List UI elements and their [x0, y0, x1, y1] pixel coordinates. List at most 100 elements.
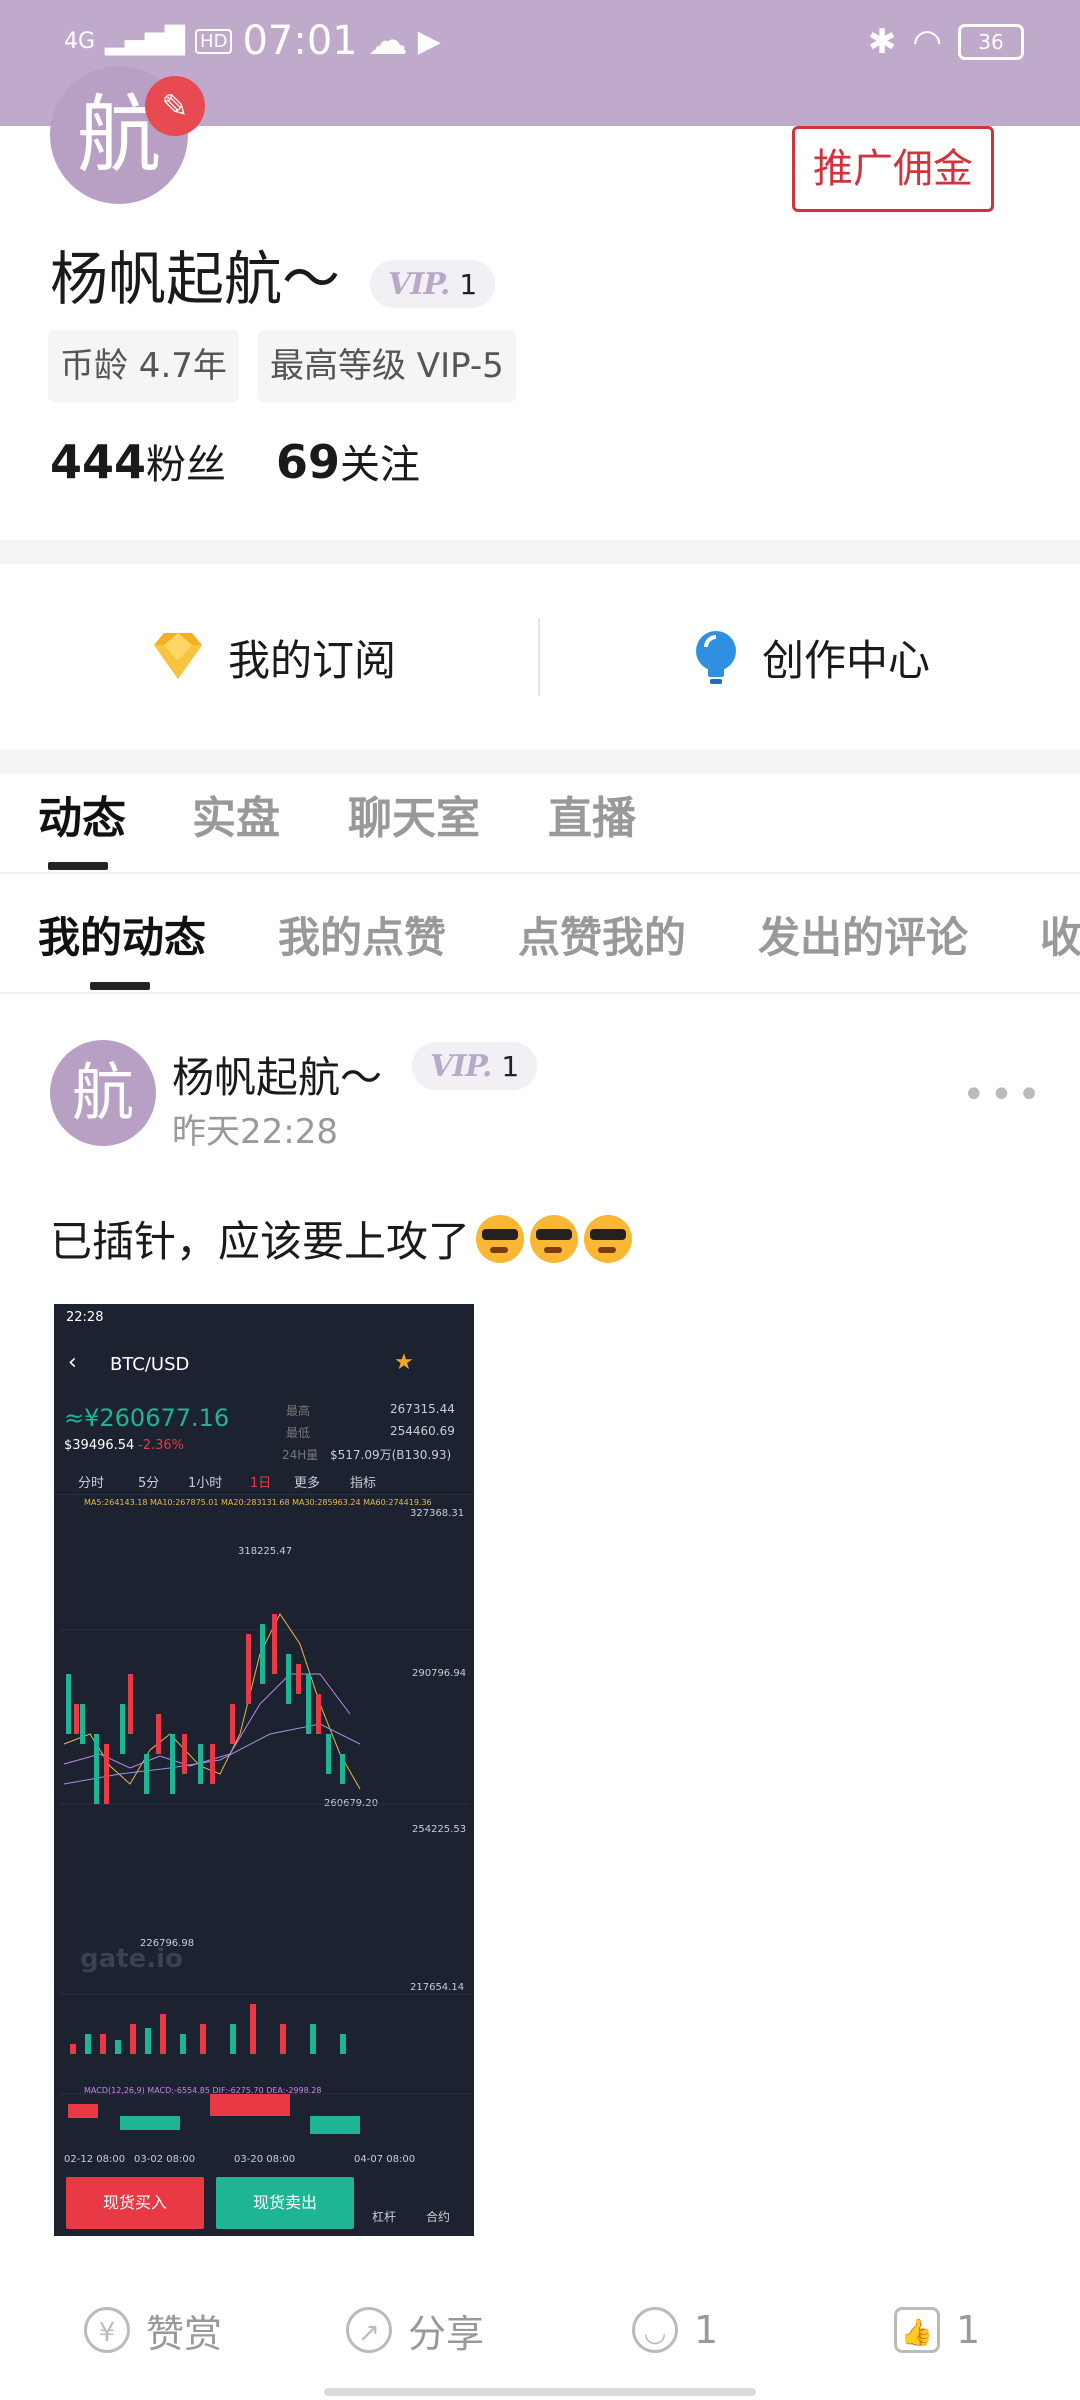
signal-indicator: 4G	[64, 28, 96, 54]
hd-badge: HD	[195, 28, 233, 54]
shot-high: 267315.44	[390, 1402, 455, 1416]
post-vip-badge: VIP. 1	[412, 1042, 538, 1090]
vip-level: 1	[459, 267, 478, 301]
post-time: 昨天22:28	[172, 1112, 338, 1152]
followers-count: 444	[50, 435, 147, 489]
shot-interval-4: 更多	[294, 1476, 321, 1491]
subtab-my-comments[interactable]: 发出的评论	[758, 904, 968, 965]
shot-date-0: 02-12 08:00	[64, 2154, 126, 2165]
like-count: 1	[956, 2308, 981, 2352]
tab-livestream[interactable]: 直播	[548, 782, 636, 846]
post-image[interactable]: 22:28 ‹ BTC/USD ★ ≈¥260677.16 $39496.54 …	[54, 1304, 474, 2236]
home-indicator[interactable]	[324, 2388, 756, 2396]
post-body: 已插针，应该要上攻了	[50, 1208, 633, 1269]
coin-age-tag: 币龄 4.7年	[48, 330, 239, 402]
shot-interval-1: 5分	[138, 1476, 160, 1491]
shot-interval-5: 指标	[350, 1476, 377, 1491]
max-level-tag: 最高等级 VIP-5	[258, 330, 516, 402]
following-stat[interactable]: 69关注	[276, 432, 420, 490]
main-tabs: 动态 实盘 聊天室 直播	[0, 752, 1080, 874]
share-label: 分享	[408, 2311, 485, 2356]
shot-back-icon: ‹	[68, 1350, 77, 1375]
shot-date-2: 03-20 08:00	[234, 2154, 296, 2165]
shot-interval-3: 1日	[250, 1476, 272, 1491]
post-author-avatar[interactable]: 航	[50, 1040, 156, 1146]
vip-logo: VIP.	[388, 266, 450, 302]
diamond-icon	[154, 633, 202, 679]
cool-emoji-icon	[530, 1214, 579, 1263]
post-vip-logo: VIP.	[430, 1048, 492, 1084]
shot-pair: BTC/USD	[110, 1354, 190, 1375]
vip-badge: VIP. 1	[370, 260, 496, 308]
following-count: 69	[276, 435, 341, 489]
shot-price-usd: $39496.54	[64, 1438, 135, 1453]
quick-links: 我的订阅 创作中心	[0, 564, 1080, 750]
shot-macd-line: MACD(12,26,9) MACD:-6554.85 DIF:-6275.70…	[84, 2086, 322, 2095]
sub-tab-indicator	[90, 982, 150, 990]
lightbulb-icon	[696, 631, 736, 684]
shot-date-3: 04-07 08:00	[354, 2154, 416, 2165]
shot-sell-button: 现货卖出	[216, 2177, 354, 2229]
comment-button[interactable]: ◡ 1	[632, 2290, 718, 2370]
shot-change: -2.36%	[138, 1438, 184, 1453]
subtab-liked-me[interactable]: 点赞我的	[518, 904, 686, 965]
section-divider	[0, 540, 1080, 564]
followers-label: 粉丝	[146, 442, 227, 488]
status-left: 4G ▂▄▆█ HD 07:01 ☁ ▶	[64, 18, 441, 64]
shot-divider	[54, 1494, 474, 1495]
followers-stat[interactable]: 444粉丝	[50, 432, 226, 490]
shot-leverage: 杠杆	[372, 2210, 397, 2224]
shot-buy-button: 现货买入	[66, 2177, 204, 2229]
shot-candle-chart	[60, 1613, 470, 2134]
promo-commission-button[interactable]: 推广佣金	[792, 126, 994, 212]
quick-divider	[538, 618, 540, 696]
post-action-bar: ¥ 赞赏 ↗ 分享 ◡ 1 👍 1	[0, 2290, 1080, 2370]
cool-emoji-icon	[476, 1214, 525, 1263]
shot-contract: 合约	[426, 2210, 451, 2224]
shot-vol: $517.09万(B130.93)	[330, 1448, 452, 1462]
shot-vol-label: 24H量	[282, 1448, 319, 1462]
subtab-collections[interactable]: 收	[1040, 904, 1080, 965]
wifi-icon: ◠	[912, 22, 942, 62]
tab-live-trading[interactable]: 实盘	[192, 782, 280, 846]
shot-low: 254460.69	[390, 1424, 455, 1438]
shot-low-label: 最低	[286, 1426, 311, 1440]
post-vip-level: 1	[501, 1049, 520, 1083]
subtab-my-posts[interactable]: 我的动态	[38, 904, 206, 965]
post-author-name[interactable]: 杨帆起航～	[172, 1044, 382, 1105]
bluetooth-icon: ✱	[867, 22, 897, 62]
comment-icon: ◡	[632, 2307, 678, 2353]
like-button[interactable]: 👍 1	[894, 2290, 980, 2370]
status-time: 07:01	[242, 18, 358, 64]
signal-bars-icon: ▂▄▆█	[105, 26, 186, 56]
shot-interval-2: 1小时	[188, 1476, 223, 1491]
following-label: 关注	[340, 442, 421, 488]
comment-count: 1	[694, 2308, 719, 2352]
yen-icon: ¥	[84, 2307, 130, 2353]
edit-pencil-icon[interactable]: ✎	[145, 76, 205, 136]
creator-center-link[interactable]: 创作中心	[692, 564, 930, 750]
battery-icon: 36	[958, 24, 1024, 60]
profile-name: 杨帆起航～	[50, 245, 341, 313]
creator-center-label: 创作中心	[762, 635, 931, 685]
media-icon: ▶	[417, 23, 441, 59]
share-button[interactable]: ↗ 分享	[346, 2290, 484, 2370]
shot-date-1: 03-02 08:00	[134, 2154, 196, 2165]
subtab-my-likes[interactable]: 我的点赞	[278, 904, 446, 965]
tab-dynamics[interactable]: 动态	[38, 782, 126, 846]
shot-price: ≈¥260677.16	[64, 1404, 230, 1432]
reward-label: 赞赏	[146, 2311, 223, 2356]
reward-button[interactable]: ¥ 赞赏	[84, 2290, 222, 2370]
cloud-icon: ☁	[367, 18, 408, 64]
shot-interval-0: 分时	[78, 1476, 105, 1491]
my-subscription-label: 我的订阅	[228, 635, 397, 685]
shot-status-time: 22:28	[66, 1310, 104, 1325]
status-right: ✱ ◠ 36	[868, 22, 1024, 62]
main-tab-indicator	[48, 862, 108, 870]
tab-chatroom[interactable]: 聊天室	[348, 782, 480, 846]
my-subscription-link[interactable]: 我的订阅	[150, 564, 396, 750]
shot-star-icon: ★	[394, 1350, 414, 1375]
sub-tabs: 我的动态 我的点赞 点赞我的 发出的评论 收	[0, 872, 1080, 994]
more-options-icon[interactable]: •••	[962, 1072, 1045, 1118]
share-icon: ↗	[346, 2307, 392, 2353]
